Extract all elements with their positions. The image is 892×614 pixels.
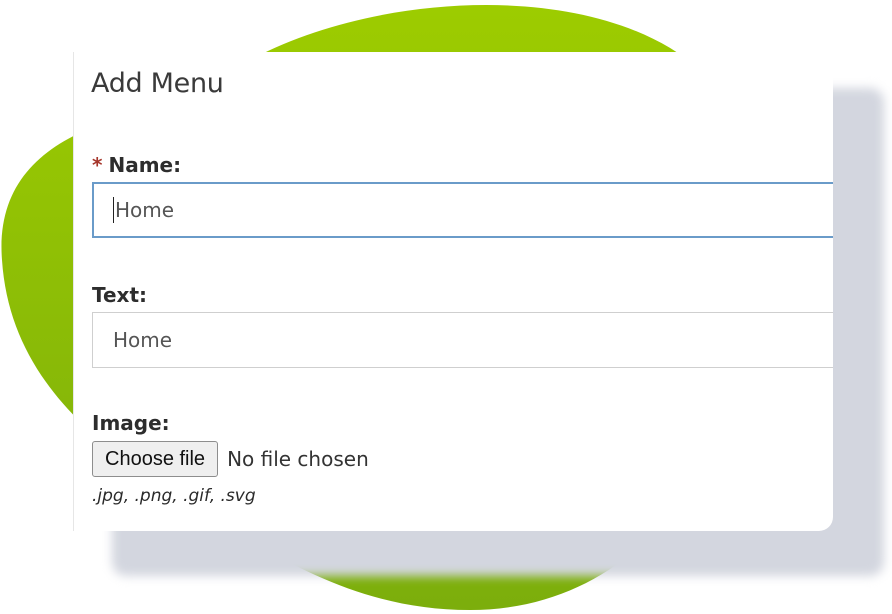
- text-label: Text:: [92, 283, 148, 307]
- name-input[interactable]: Home: [92, 182, 833, 238]
- file-status-text: No file chosen: [227, 447, 369, 471]
- required-marker: *: [92, 153, 103, 177]
- image-file-input: Choose file No file chosen: [92, 441, 369, 477]
- file-type-hint: .jpg, .png, .gif, .svg: [92, 486, 256, 506]
- add-menu-form: Add Menu * Name: Home Text: Home Image: C…: [73, 52, 833, 531]
- image-label: Image:: [92, 411, 170, 435]
- name-label-text: Name:: [108, 153, 182, 177]
- text-caret: [113, 196, 114, 223]
- text-input-value: Home: [113, 328, 173, 352]
- text-input[interactable]: Home: [92, 312, 833, 368]
- name-input-value: Home: [115, 198, 175, 222]
- page-title: Add Menu: [91, 68, 224, 99]
- name-label: * Name:: [92, 153, 181, 177]
- choose-file-button[interactable]: Choose file: [92, 441, 219, 477]
